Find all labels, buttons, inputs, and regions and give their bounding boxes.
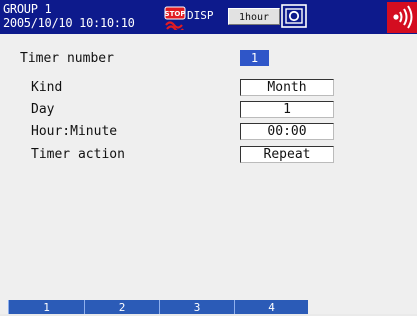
timer-action-field[interactable]: Repeat — [240, 146, 334, 163]
display-mode-label: DISP — [187, 9, 214, 22]
softkey-2[interactable]: 2 — [84, 300, 159, 314]
timer-settings-screen: GROUP 1 2005/10/10 10:10:10 STOP DISP 1h… — [0, 0, 417, 314]
status-header: GROUP 1 2005/10/10 10:10:10 STOP DISP 1h… — [0, 0, 417, 34]
group-name: GROUP 1 — [3, 2, 52, 16]
timer-action-label: Timer action — [31, 147, 125, 162]
timer-number-value[interactable]: 1 — [240, 50, 269, 66]
kind-field[interactable]: Month — [240, 79, 334, 96]
date-time: 2005/10/10 10:10:10 — [3, 16, 135, 30]
alarm-sound-icon — [393, 5, 413, 29]
day-label: Day — [31, 102, 55, 117]
kind-label: Kind — [31, 80, 63, 95]
stop-icon[interactable]: STOP — [164, 6, 186, 30]
hour-minute-label: Hour:Minute — [31, 124, 118, 139]
day-field[interactable]: 1 — [240, 101, 334, 118]
timer-number-label: Timer number — [20, 51, 114, 66]
alarm-indicator[interactable] — [387, 2, 417, 33]
softkey-1[interactable]: 1 — [8, 300, 84, 314]
snapshot-icon[interactable] — [281, 4, 307, 28]
hour-minute-field[interactable]: 00:00 — [240, 123, 334, 140]
trend-interval-button[interactable]: 1hour — [228, 8, 280, 25]
softkey-3[interactable]: 3 — [159, 300, 234, 314]
softkey-bar: 1 2 3 4 — [0, 300, 417, 314]
svg-text:STOP: STOP — [165, 10, 186, 18]
softkey-4[interactable]: 4 — [234, 300, 308, 314]
